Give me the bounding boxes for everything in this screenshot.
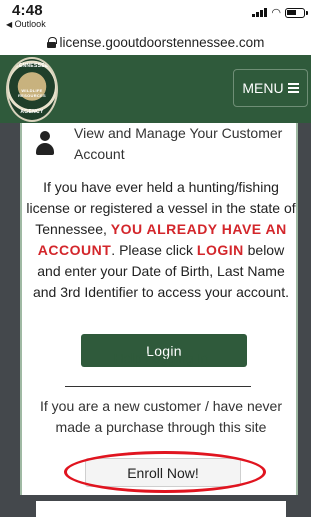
help-logging-in-link[interactable]: Help Logging In [22,351,300,366]
account-panel: View and Manage Your Customer Account If… [20,123,298,517]
panel-bottom-area [20,495,298,517]
logo-text-middle: WILDLIFE RESOURCES [17,88,47,98]
person-icon [36,131,54,159]
signal-icon [252,8,268,17]
account-heading-row: View and Manage Your Customer Account [32,123,294,163]
twra-logo[interactable]: TENNESSEE WILDLIFE RESOURCES AGENCY [6,57,58,122]
site-header: TENNESSEE WILDLIFE RESOURCES AGENCY MENU [0,55,311,123]
account-heading: View and Manage Your Customer Account [74,125,283,162]
menu-button[interactable]: MENU [233,69,308,107]
logo-text-bottom: AGENCY [20,109,44,115]
next-card-edge [36,501,286,517]
menu-label: MENU [242,80,284,96]
logo-text-top: TENNESSEE [15,63,49,69]
url-text: license.gooutdoorstennessee.com [59,35,265,50]
back-app-label: Outlook [14,19,46,29]
login-highlight-text: LOGIN [196,242,244,258]
info-text-2: . Please click [111,242,197,258]
back-to-app[interactable]: ◀ Outlook [6,19,46,29]
address-bar[interactable]: license.gooutdoorstennessee.com [0,30,311,55]
back-arrow-icon: ◀ [6,20,13,29]
status-bar: 4:48 ◀ Outlook ◠ [0,0,311,30]
divider [65,386,251,387]
wifi-icon: ◠ [271,7,281,19]
status-time: 4:48 [12,2,43,19]
existing-account-info: If you have ever held a hunting/fishing … [26,177,296,303]
enroll-now-button[interactable]: Enroll Now! [85,458,241,487]
page-margin-left [0,123,20,517]
page-margin-right [298,123,311,517]
lock-icon [46,37,57,48]
new-customer-text: If you are a new customer / have never m… [39,398,282,435]
battery-icon [285,7,308,18]
status-icons: ◠ [252,6,308,19]
hamburger-icon [287,83,299,93]
